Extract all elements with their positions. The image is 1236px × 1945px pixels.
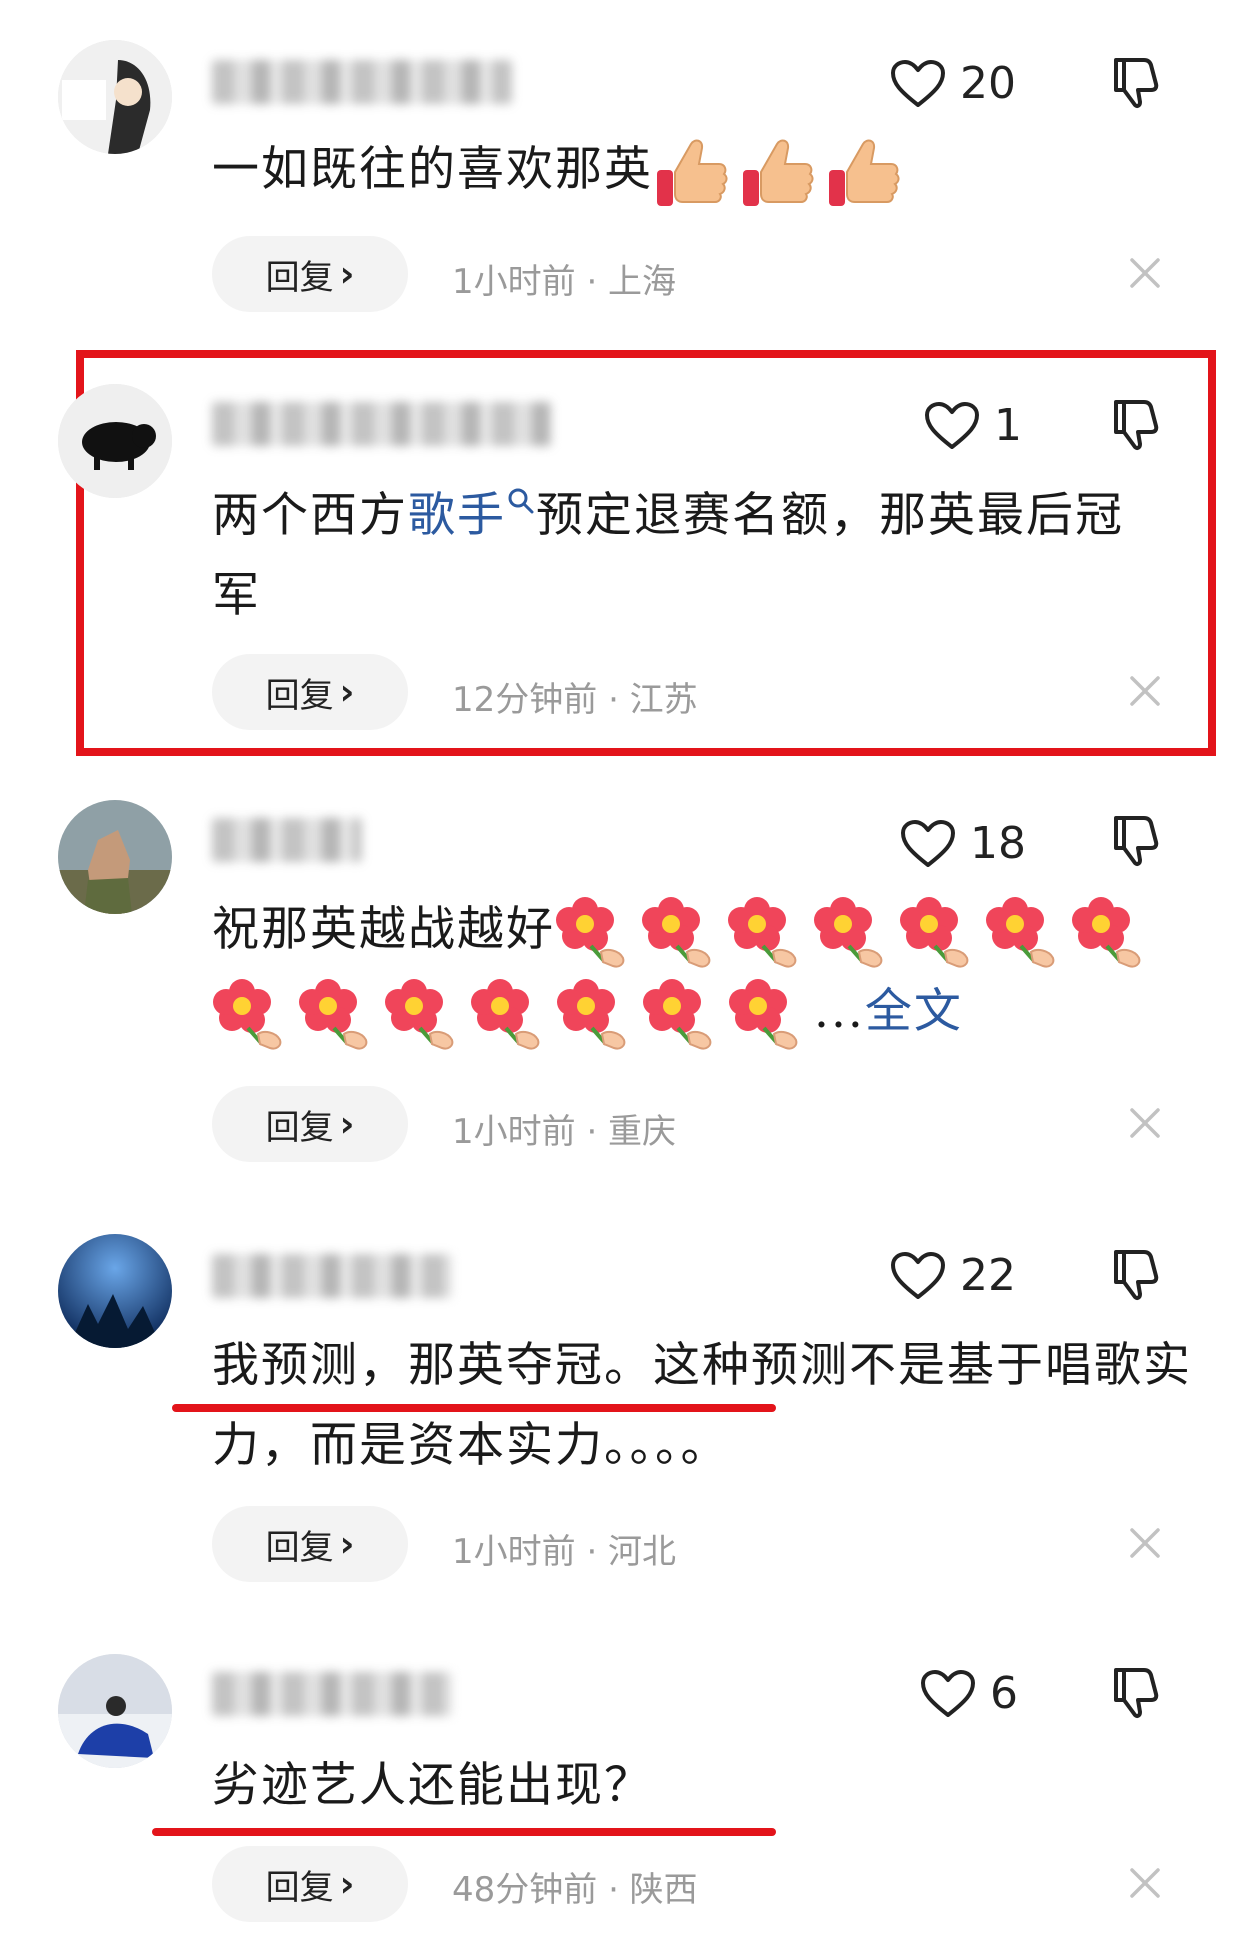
time-location: 1小时前 · 河北 [452, 1532, 677, 1572]
close-icon[interactable] [1128, 1106, 1162, 1140]
thumbs-down-icon[interactable] [1110, 1664, 1162, 1720]
chevron-right-icon: › [339, 1523, 355, 1565]
flower-emoji [728, 976, 806, 1054]
thumbs-down-icon[interactable] [1110, 812, 1162, 868]
flower-emoji [384, 976, 462, 1054]
chevron-right-icon: › [339, 253, 355, 295]
thumbs-up-emoji [739, 134, 817, 212]
time-location: 1小时前 · 重庆 [452, 1112, 677, 1152]
heart-outline-icon [900, 819, 956, 869]
like-button[interactable]: 1 [924, 400, 1022, 451]
flower-emoji [556, 976, 634, 1054]
time-location: 1小时前 · 上海 [452, 262, 677, 302]
red-underline [152, 1828, 776, 1836]
flower-emoji [813, 894, 891, 972]
thumbs-down-icon[interactable] [1110, 396, 1162, 452]
close-icon[interactable] [1128, 256, 1162, 290]
flower-emoji [727, 894, 805, 972]
close-icon[interactable] [1128, 674, 1162, 708]
reply-button[interactable]: 回复 › [212, 1846, 408, 1922]
reply-button[interactable]: 回复 › [212, 236, 408, 312]
flower-emoji [1071, 894, 1149, 972]
username-blurred[interactable] [212, 402, 552, 446]
username-blurred[interactable] [212, 818, 362, 862]
flower-emoji [642, 976, 720, 1054]
flower-emoji [641, 894, 719, 972]
comment-text: 祝那英越战越好...全文 [212, 890, 1212, 1054]
close-icon[interactable] [1128, 1526, 1162, 1560]
like-count: 22 [960, 1250, 1016, 1301]
red-underline [172, 1404, 776, 1412]
avatar[interactable] [58, 384, 172, 498]
reply-button[interactable]: 回复 › [212, 654, 408, 730]
avatar[interactable] [58, 40, 172, 154]
time-location: 12分钟前 · 江苏 [452, 680, 698, 720]
thumbs-down-icon[interactable] [1110, 54, 1162, 110]
avatar[interactable] [58, 1234, 172, 1348]
comment-text: 两个西方歌手 预定退赛名额，那英最后冠军 [212, 486, 1124, 623]
comment-text: 劣迹艺人还能出现？ [212, 1758, 653, 1813]
heart-outline-icon [920, 1669, 976, 1719]
like-count: 20 [960, 58, 1016, 109]
like-button[interactable]: 20 [890, 58, 1016, 109]
thumbs-down-icon[interactable] [1110, 1246, 1162, 1302]
reply-button[interactable]: 回复 › [212, 1506, 408, 1582]
flower-emoji [555, 894, 633, 972]
avatar[interactable] [58, 1654, 172, 1768]
close-icon[interactable] [1128, 1866, 1162, 1900]
flower-emoji [298, 976, 376, 1054]
time-location: 48分钟前 · 陕西 [452, 1870, 698, 1910]
flower-emoji [212, 976, 290, 1054]
avatar[interactable] [58, 800, 172, 914]
chevron-right-icon: › [339, 671, 355, 713]
flower-emoji [899, 894, 977, 972]
username-blurred[interactable] [212, 1672, 452, 1716]
heart-outline-icon [890, 59, 946, 109]
like-count: 1 [994, 400, 1022, 451]
thumbs-up-emoji [653, 134, 731, 212]
chevron-right-icon: › [339, 1863, 355, 1905]
like-button[interactable]: 18 [900, 818, 1026, 869]
heart-outline-icon [924, 401, 980, 451]
like-button[interactable]: 6 [920, 1668, 1018, 1719]
username-blurred[interactable] [212, 60, 512, 104]
thumbs-up-emoji [825, 134, 903, 212]
keyword-link[interactable]: 歌手 [408, 488, 506, 543]
comment-text: 一如既往的喜欢那英 [212, 130, 1172, 212]
like-count: 18 [970, 818, 1026, 869]
username-blurred[interactable] [212, 1254, 452, 1298]
expand-full-text-link[interactable]: 全文 [865, 984, 963, 1039]
flower-emoji [470, 976, 548, 1054]
search-icon[interactable] [506, 486, 536, 516]
reply-button[interactable]: 回复 › [212, 1086, 408, 1162]
heart-outline-icon [890, 1251, 946, 1301]
like-button[interactable]: 22 [890, 1250, 1016, 1301]
chevron-right-icon: › [339, 1103, 355, 1145]
like-count: 6 [990, 1668, 1018, 1719]
flower-emoji [985, 894, 1063, 972]
